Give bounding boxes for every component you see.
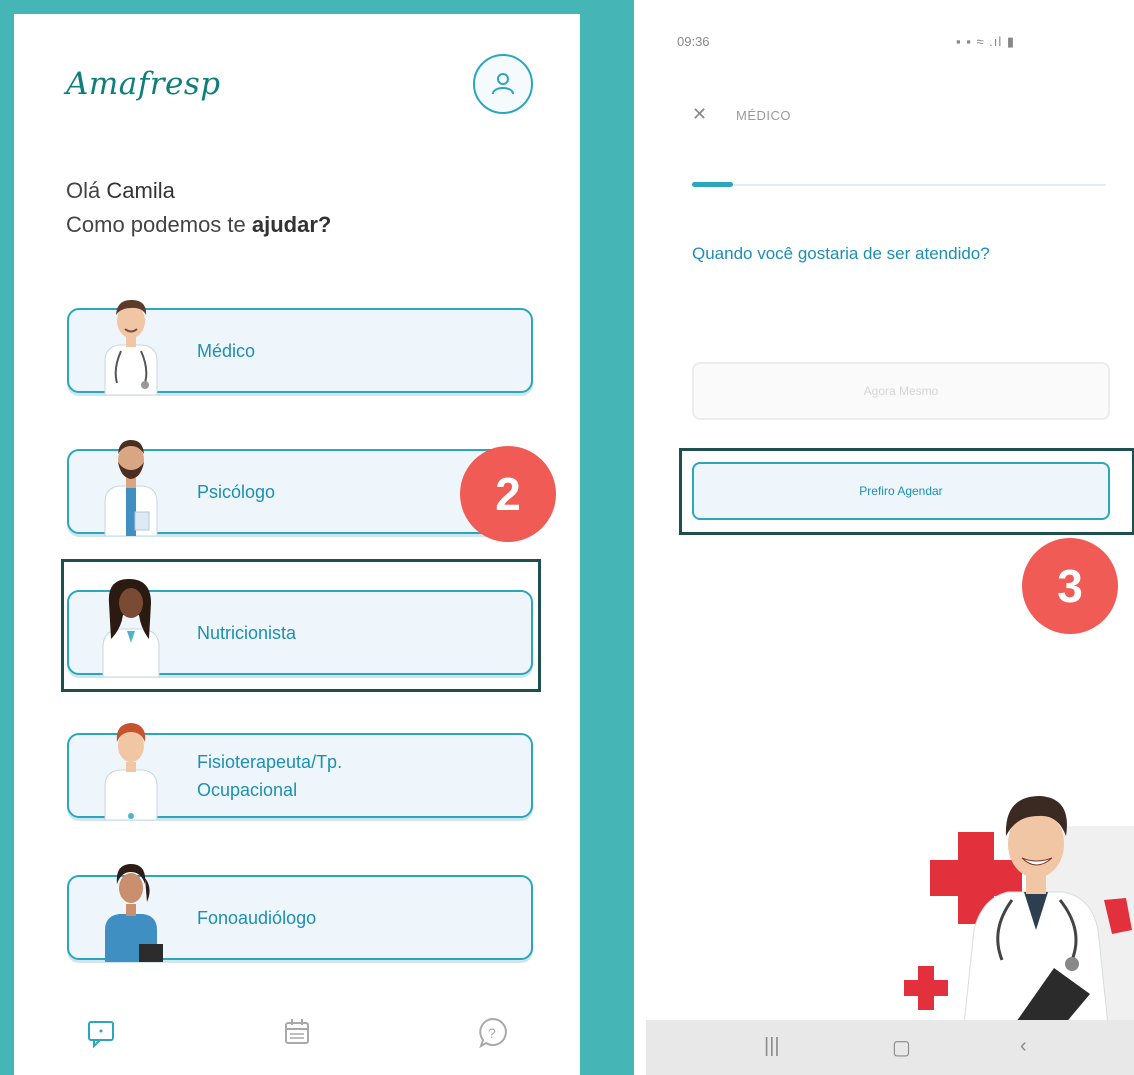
step-badge-3: 3 bbox=[1022, 538, 1118, 634]
user-name: Camila bbox=[106, 178, 175, 203]
bottom-navigation: ? bbox=[14, 997, 580, 1075]
greeting: Olá Camila Como podemos te ajudar? bbox=[66, 174, 331, 242]
doctor-avatar-icon bbox=[104, 299, 158, 395]
service-label: Fonoaudiólogo bbox=[197, 907, 317, 928]
close-icon[interactable]: ✕ bbox=[692, 104, 707, 125]
home-icon[interactable]: ▢ bbox=[892, 1035, 911, 1060]
services-screen: Amafresp Olá Camila Como podemos te ajud… bbox=[14, 14, 580, 1075]
question-prefix: Como podemos te bbox=[66, 212, 246, 237]
help-icon[interactable]: ? bbox=[476, 1015, 510, 1049]
back-icon[interactable]: ‹ bbox=[1020, 1035, 1027, 1058]
doctor-illustration bbox=[904, 796, 1134, 1025]
user-icon bbox=[492, 73, 514, 95]
status-time: 09:36 bbox=[677, 34, 710, 49]
service-button-fonoaudiologo[interactable]: Fonoaudiólogo bbox=[67, 864, 533, 962]
option-now-button[interactable]: Agora Mesmo bbox=[692, 362, 1110, 420]
modal-screen: 09:36 ▪ ▪ ≈ .ıl ▮ ✕ MÉDICO Quando você g… bbox=[634, 0, 1134, 1075]
greeting-prefix: Olá bbox=[66, 178, 101, 203]
svg-text:?: ? bbox=[488, 1025, 496, 1041]
calendar-icon[interactable] bbox=[280, 1015, 314, 1049]
profile-button[interactable] bbox=[473, 54, 533, 114]
app-logo: Amafresp bbox=[66, 66, 221, 102]
recent-apps-icon[interactable]: ||| bbox=[764, 1035, 780, 1058]
highlight-frame-schedule bbox=[679, 448, 1134, 535]
android-navigation-bar: ||| ▢ ‹ bbox=[646, 1020, 1134, 1075]
progress-fill bbox=[692, 182, 734, 187]
service-label: Médico bbox=[197, 340, 256, 361]
psychologist-avatar-icon bbox=[104, 440, 158, 536]
modal-title: MÉDICO bbox=[736, 108, 791, 123]
question-text: Quando você gostaria de ser atendido? bbox=[692, 244, 990, 263]
highlight-frame-nutricionista bbox=[61, 559, 541, 692]
service-button-medico[interactable]: Médico bbox=[67, 299, 533, 395]
service-label-line2: Ocupacional bbox=[197, 779, 298, 800]
service-button-fisioterapeuta[interactable]: Fisioterapeuta/Tp. Ocupacional bbox=[67, 723, 533, 820]
chat-icon[interactable] bbox=[84, 1015, 118, 1049]
step-badge-2: 2 bbox=[460, 446, 556, 542]
progress-bar bbox=[692, 182, 1106, 187]
speech-therapist-avatar-icon bbox=[105, 864, 163, 962]
service-label: Psicólogo bbox=[197, 481, 276, 502]
question-bold: ajudar? bbox=[251, 212, 332, 237]
status-icons: ▪ ▪ ≈ .ıl ▮ bbox=[956, 34, 1016, 49]
service-label-line1: Fisioterapeuta/Tp. bbox=[197, 751, 343, 772]
physiotherapist-avatar-icon bbox=[104, 723, 158, 820]
service-label: Fisioterapeuta/Tp. Ocupacional bbox=[197, 735, 342, 816]
